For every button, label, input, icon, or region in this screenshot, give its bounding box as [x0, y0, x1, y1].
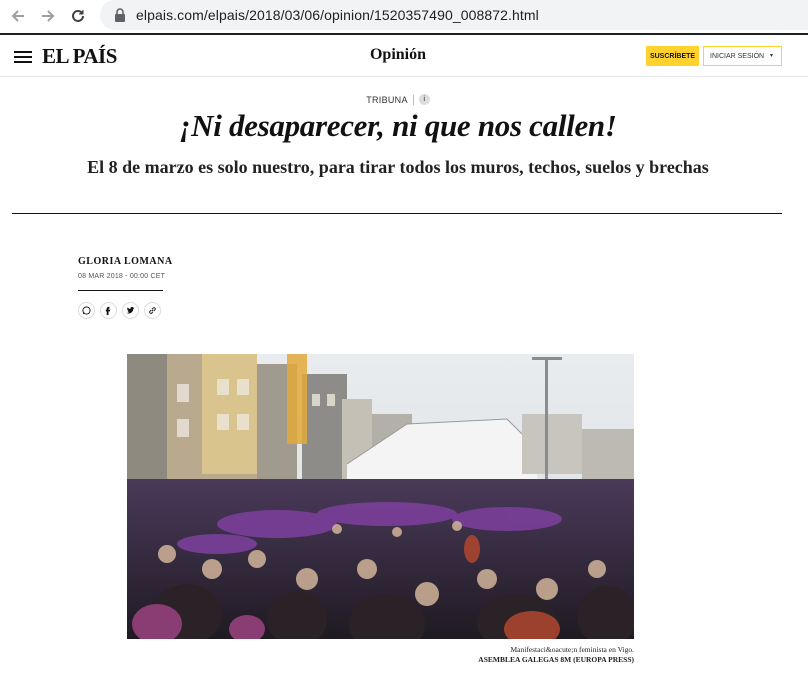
login-dropdown[interactable]: INICIAR SESIÓN ▾ [703, 46, 782, 66]
chevron-down-icon: ▾ [769, 53, 773, 59]
kicker-label: TRIBUNA [366, 94, 408, 105]
whatsapp-icon [82, 306, 91, 315]
share-twitter-button[interactable] [122, 302, 139, 319]
kicker-divider [412, 94, 414, 105]
share-whatsapp-button[interactable] [78, 302, 95, 319]
browser-toolbar: elpais.com/elpais/2018/03/06/opinion/152… [0, 0, 808, 32]
back-button[interactable] [3, 0, 33, 32]
arrow-right-icon [42, 10, 55, 22]
share-buttons [78, 302, 161, 319]
link-icon [149, 307, 156, 314]
address-bar[interactable]: elpais.com/elpais/2018/03/06/opinion/152… [100, 0, 808, 30]
arrow-left-icon [11, 10, 24, 22]
photo-caption: Manifestaci&oacute;n feminista en Vigo. [510, 645, 634, 654]
twitter-icon [126, 306, 135, 314]
publish-date: 08 MAR 2018 - 00:00 CET [78, 273, 166, 280]
article-subheadline: El 8 de marzo es solo nuestro, para tira… [87, 157, 709, 177]
share-facebook-button[interactable] [100, 302, 117, 319]
photo-credit: ASEMBLEA GALEGAS 8M (EUROPA PRESS) [478, 655, 634, 664]
reload-button[interactable] [63, 0, 93, 32]
kicker-row: TRIBUNA i [0, 94, 796, 105]
login-label: INICIAR SESIÓN [710, 52, 765, 60]
article-headline: ¡Ni desaparecer, ni que nos callen! [179, 108, 617, 143]
subscribe-button[interactable]: SUSCRÍBETE [646, 46, 699, 66]
copy-link-button[interactable] [144, 302, 161, 319]
headline-divider [12, 213, 782, 214]
site-header: EL PAÍS Opinión SUSCRÍBETE INICIAR SESIÓ… [0, 35, 808, 77]
info-icon[interactable]: i [418, 94, 430, 105]
byline-divider [78, 290, 163, 291]
author-name[interactable]: GLORIA LOMANA [78, 256, 173, 267]
url-text: elpais.com/elpais/2018/03/06/opinion/152… [136, 7, 539, 23]
forward-button[interactable] [33, 0, 63, 32]
article-photo[interactable] [127, 354, 634, 639]
reload-icon [72, 9, 84, 22]
lock-icon [114, 8, 126, 22]
facebook-icon [105, 306, 111, 315]
photo-feminist-march [127, 354, 634, 639]
